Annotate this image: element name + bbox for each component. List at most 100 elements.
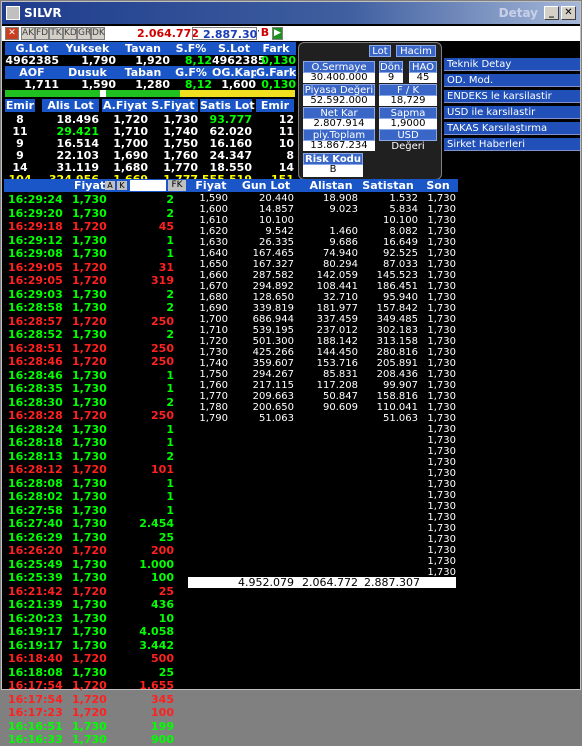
trade-lot: 1.655 (139, 679, 174, 692)
tab-gr[interactable]: GR (77, 27, 91, 40)
depth-header-3: S.Fiyat (148, 99, 198, 112)
trade-lot: 25 (158, 665, 174, 679)
trade-time: 16:21:39 (8, 598, 63, 611)
trade-price: 1,720 (72, 314, 107, 328)
trade-lot: 2 (166, 328, 174, 341)
toolbar-value-1: 2.064.772 (137, 27, 199, 40)
trade-price: 1,730 (72, 436, 107, 449)
trade-lot: 10 (158, 611, 174, 625)
usd-button[interactable]: USD Değeri (379, 129, 437, 152)
trade-price: 1,730 (72, 719, 107, 733)
lot-button[interactable]: Lot (369, 45, 391, 57)
close-button[interactable]: ✕ (561, 6, 576, 20)
trade-price: 1,730 (72, 382, 107, 395)
trade-price: 1,730 (72, 733, 107, 746)
menu-item-0[interactable]: Teknik Detay (444, 58, 580, 71)
go-icon[interactable]: ▶ (272, 27, 283, 40)
trade-price: 1,730 (72, 557, 107, 571)
window-title: SILVR (24, 6, 62, 20)
trade-time: 16:28:51 (8, 341, 63, 355)
a-button[interactable]: A (105, 181, 115, 190)
menu-item-3[interactable]: USD ile karsilastir (444, 106, 580, 119)
trade-price: 1,720 (72, 463, 107, 476)
close-icon[interactable]: ✕ (5, 27, 19, 40)
trade-time: 16:17:54 (8, 692, 63, 706)
menu-item-2[interactable]: ENDEKS le karsilastir (444, 90, 580, 103)
trade-time: 16:28:28 (8, 409, 63, 422)
trade-time: 16:29:05 (8, 274, 63, 287)
trade-time: 16:28:12 (8, 463, 63, 476)
trade-lot: 2 (166, 206, 174, 220)
tab-kd[interactable]: KD (63, 27, 77, 40)
trade-time: 16:28:52 (8, 328, 63, 341)
trade-price: 1,730 (72, 328, 107, 341)
depth-header-4: Satis Lot (200, 99, 255, 112)
menu-item-4[interactable]: TAKAS Karsılaştırma (444, 122, 580, 135)
trade-lot: 1.000 (139, 557, 174, 571)
b-button[interactable]: B (259, 27, 271, 40)
trade-time: 16:29:05 (8, 260, 63, 274)
depth-header-1: Alis Lot (42, 99, 99, 112)
trade-lot: 199 (151, 719, 174, 733)
trade-lot: 25 (158, 530, 174, 544)
trade-price: 1,720 (72, 355, 107, 368)
risk-value: B (303, 165, 363, 177)
hacim-button[interactable]: Hacim (396, 45, 436, 57)
trade-price: 1,720 (72, 544, 107, 557)
trade-price: 1,730 (72, 571, 107, 584)
trade-lot: 1 (166, 503, 174, 517)
trade-time: 16:19:17 (8, 638, 63, 652)
trade-lot: 1 (166, 233, 174, 247)
sapma-value: 1,9000 (379, 119, 437, 129)
trade-lot: 900 (151, 733, 174, 746)
tab-dk[interactable]: DK (91, 27, 105, 40)
filter-input[interactable] (130, 180, 166, 191)
trade-time: 16:20:23 (8, 611, 63, 625)
fk-button[interactable]: FK (168, 180, 186, 191)
trade-time: 16:26:29 (8, 530, 63, 544)
trade-time: 16:29:20 (8, 206, 63, 220)
title-bar[interactable]: SILVR Detay _ ✕ (2, 2, 580, 24)
tab-fd[interactable]: FD (35, 27, 49, 40)
trade-time: 16:17:54 (8, 679, 63, 692)
trade-time: 16:28:13 (8, 449, 63, 463)
trade-lot: 2 (166, 449, 174, 463)
tab-ak[interactable]: AK (21, 27, 35, 40)
trade-time: 16:28:18 (8, 436, 63, 449)
tab-tk[interactable]: TK (49, 27, 63, 40)
trade-lot: 1 (166, 422, 174, 436)
toolbar-value-2: 2.887.307 (203, 28, 265, 41)
trade-lot: 500 (151, 652, 174, 665)
trade-lot: 1 (166, 368, 174, 382)
trade-time: 16:25:49 (8, 557, 63, 571)
minimize-button[interactable]: _ (544, 6, 559, 20)
menu-item-5[interactable]: Sirket Haberleri (444, 138, 580, 151)
osermaye-value: 30.400.000 (303, 73, 375, 83)
trade-lot: 250 (151, 355, 174, 368)
fk-value: 18,729 (379, 96, 437, 106)
trade-time: 16:16:33 (8, 733, 63, 746)
trade-price: 1,720 (72, 409, 107, 422)
ratio-bar (5, 90, 295, 97)
trade-price: 1,720 (72, 274, 107, 287)
dist-total-lot: 4.952.079 (238, 576, 294, 589)
trade-time: 16:18:08 (8, 665, 63, 679)
menu-item-1[interactable]: OD. Mod. (444, 74, 580, 87)
trade-lot: 436 (151, 598, 174, 611)
trade-lot: 25 (158, 584, 174, 598)
trade-lot: 200 (151, 544, 174, 557)
trades-fiyat-header: Fiyat (74, 179, 106, 192)
toolbar: ✕ AK FD TK KD GR DK 2.064.772 2.887.307 B ▶ (2, 26, 580, 41)
trade-lot: 1 (166, 247, 174, 260)
trade-time: 16:28:46 (8, 368, 63, 382)
trade-price: 1,730 (72, 625, 107, 638)
trade-time: 16:28:57 (8, 314, 63, 328)
trade-lot: 3.442 (139, 638, 174, 652)
trade-lot: 2 (166, 193, 174, 206)
trade-lot: 2 (166, 395, 174, 409)
trade-lot: 250 (151, 341, 174, 355)
dist-cell (302, 412, 358, 425)
k-button[interactable]: K (117, 181, 127, 190)
trade-price: 1,730 (72, 368, 107, 382)
trade-time: 16:28:24 (8, 422, 63, 436)
